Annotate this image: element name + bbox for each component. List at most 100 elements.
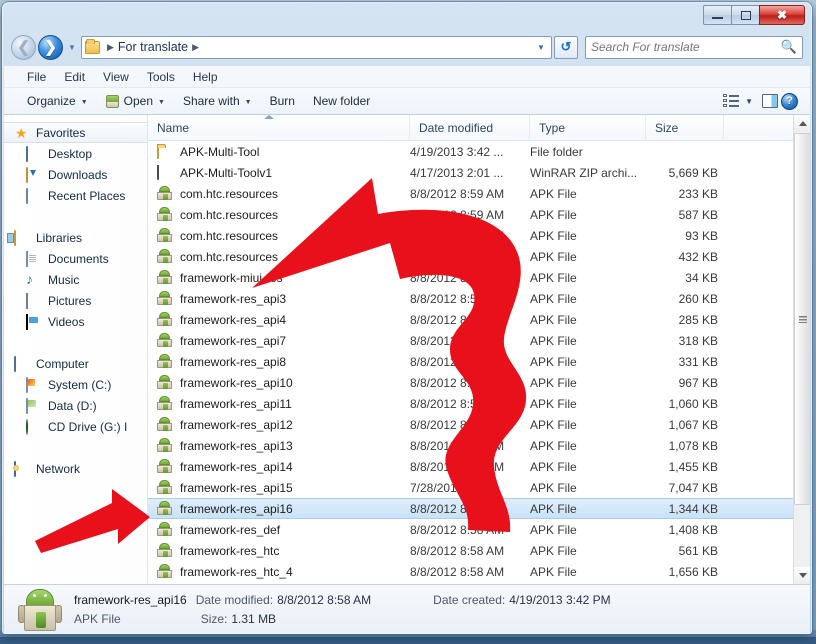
- cell-name: framework-res_api12: [148, 417, 410, 432]
- menu-item-file[interactable]: File: [18, 68, 55, 86]
- menu-item-edit[interactable]: Edit: [55, 68, 94, 86]
- search-box[interactable]: 🔍: [585, 35, 803, 59]
- minimize-button[interactable]: [703, 5, 732, 25]
- file-name: framework-res_api7: [180, 333, 287, 348]
- cell-date-modified: 8/8/2012 8:57 AM: [410, 333, 505, 348]
- organize-button[interactable]: Organize ▼: [18, 91, 97, 111]
- sidebar-item-system-c[interactable]: System (C:): [4, 374, 147, 395]
- network-icon: [14, 460, 30, 477]
- forward-button[interactable]: ❯: [38, 34, 63, 60]
- sidebar-item-data-d[interactable]: Data (D:): [4, 395, 147, 416]
- cell-date-modified: 8/8/2012 8:58 AM: [410, 501, 505, 516]
- close-button[interactable]: ✖: [759, 5, 805, 25]
- table-row[interactable]: framework-res_api12 8/8/2012 8:57 AM APK F…: [148, 414, 810, 435]
- sidebar-item-downloads[interactable]: Downloads: [4, 164, 147, 185]
- cell-date-modified: 8/8/2012 8:58 AM: [410, 564, 505, 579]
- chevron-down-icon[interactable]: ▼: [743, 97, 759, 106]
- sidebar-label: System (C:): [48, 377, 112, 392]
- sidebar-item-pictures[interactable]: Pictures: [4, 290, 147, 311]
- scrollbar-thumb[interactable]: [794, 133, 810, 505]
- table-row[interactable]: framework-res_api11 8/8/2012 8:57 AM APK F…: [148, 393, 810, 414]
- address-dropdown-icon[interactable]: ▼: [533, 43, 549, 52]
- new-folder-button[interactable]: New folder: [304, 91, 379, 111]
- table-row[interactable]: com.htc.resources 8/8/2012 8:59 AM APK Fil…: [148, 204, 810, 225]
- cell-name: framework-res_api7: [148, 333, 410, 348]
- sidebar-item-favorites[interactable]: ★ Favorites: [4, 122, 147, 143]
- cell-size: 1,656 KB: [668, 564, 718, 579]
- scroll-down-button[interactable]: [794, 567, 810, 584]
- change-view-icon[interactable]: [723, 94, 740, 108]
- sidebar-item-videos[interactable]: Videos: [4, 311, 147, 332]
- videos-icon: [26, 313, 42, 330]
- sidebar-item-music[interactable]: ♪ Music: [4, 269, 147, 290]
- column-header-size[interactable]: Size: [646, 115, 724, 141]
- table-row[interactable]: framework-res_api4 8/8/2012 8:57 AM APK Fi…: [148, 309, 810, 330]
- table-row[interactable]: framework-res_api16 8/8/2012 8:58 AM APK F…: [148, 498, 810, 519]
- sidebar-item-documents[interactable]: Documents: [4, 248, 147, 269]
- cell-size: 561 KB: [678, 543, 718, 558]
- menu-item-tools[interactable]: Tools: [138, 68, 184, 86]
- table-row[interactable]: framework-res_api15 7/28/2012 2:3... APK F…: [148, 477, 810, 498]
- open-button[interactable]: Open ▼: [97, 91, 174, 111]
- table-row[interactable]: framework-res_htc 8/8/2012 8:58 AM APK Fil…: [148, 540, 810, 561]
- table-row[interactable]: framework-res_api14 8/8/2012 8:57 AM APK F…: [148, 456, 810, 477]
- column-header-name[interactable]: Name: [148, 115, 410, 141]
- table-row[interactable]: APK-Multi-Tool 4/19/2013 3:42 ... File fol…: [148, 141, 810, 162]
- table-row[interactable]: com.htc.resources 8/8/2012 8:59 AM APK Fil…: [148, 183, 810, 204]
- sidebar-item-computer[interactable]: Computer: [4, 353, 147, 374]
- table-row[interactable]: com.htc.resources 8/8/2012 8:59 AM APK Fil…: [148, 246, 810, 267]
- table-row[interactable]: framework-res_api8 8/8/2012 8:57 AM APK Fi…: [148, 351, 810, 372]
- sidebar-item-recent-places[interactable]: Recent Places: [4, 185, 147, 206]
- cell-name: framework-res_api15: [148, 480, 410, 495]
- column-header-type[interactable]: Type: [530, 115, 646, 141]
- apk-icon: [157, 249, 173, 264]
- table-row[interactable]: framework-res_htc_4 8/8/2012 8:58 AM APK F…: [148, 561, 810, 582]
- table-row[interactable]: framework-res_api3 8/8/2012 8:57 AM APK Fi…: [148, 288, 810, 309]
- refresh-icon: ↺: [560, 39, 572, 54]
- scroll-up-button[interactable]: [794, 115, 810, 132]
- breadcrumb-current-folder[interactable]: For translate: [118, 40, 188, 54]
- cell-type: WinRAR ZIP archi...: [530, 165, 638, 180]
- burn-button[interactable]: Burn: [261, 91, 304, 111]
- recent-pages-button[interactable]: ▼: [65, 43, 79, 52]
- sidebar-item-desktop[interactable]: Desktop: [4, 143, 147, 164]
- table-row[interactable]: framework-res_def 8/8/2012 8:58 AM APK Fil…: [148, 519, 810, 540]
- maximize-button[interactable]: [731, 5, 760, 25]
- table-row[interactable]: framework-miui-res 8/8/2012 8:59 AM APK Fi…: [148, 267, 810, 288]
- vertical-scrollbar[interactable]: [793, 115, 810, 584]
- pictures-icon: [26, 292, 42, 309]
- sidebar-label: Favorites: [36, 125, 86, 140]
- menu-item-view[interactable]: View: [94, 68, 138, 86]
- menu-item-help[interactable]: Help: [184, 68, 227, 86]
- preview-pane-icon[interactable]: [762, 94, 778, 108]
- address-bar[interactable]: ▶ For translate ▶ ▼: [81, 35, 552, 59]
- search-input[interactable]: [591, 40, 781, 54]
- back-button[interactable]: ❮: [11, 34, 36, 60]
- apk-icon: [105, 94, 119, 108]
- table-row[interactable]: APK-Multi-Toolv1 4/17/2013 2:01 ... WinRAR…: [148, 162, 810, 183]
- help-icon[interactable]: ?: [781, 92, 798, 110]
- hard-drive-icon: [26, 376, 42, 393]
- details-date-modified-value: 8/8/2012 8:58 AM: [277, 592, 372, 607]
- title-bar[interactable]: ✖: [3, 3, 811, 29]
- sidebar-item-network[interactable]: Network: [4, 458, 147, 479]
- breadcrumb-separator-icon-2[interactable]: ▶: [188, 42, 203, 53]
- cell-date-modified: 8/8/2012 8:59 AM: [410, 270, 505, 285]
- table-row[interactable]: framework-res_api7 8/8/2012 8:57 AM APK Fi…: [148, 330, 810, 351]
- sidebar-item-cd-drive-g[interactable]: CD Drive (G:) I: [4, 416, 147, 437]
- sidebar-item-libraries[interactable]: Libraries: [4, 227, 147, 248]
- column-headers: Name Date modified Type Size: [148, 115, 810, 141]
- share-with-button[interactable]: Share with ▼: [174, 91, 261, 111]
- apk-icon: [157, 228, 173, 243]
- cell-type: APK File: [530, 564, 577, 579]
- cell-size: 1,067 KB: [668, 417, 718, 432]
- table-row[interactable]: framework-res_api10 8/8/2012 8:57 AM APK F…: [148, 372, 810, 393]
- downloads-icon: [26, 166, 42, 183]
- refresh-button[interactable]: ↺: [554, 35, 578, 59]
- file-name: framework-res_api4: [180, 312, 287, 327]
- details-row-secondary: APK File Size: 1.31 MB: [74, 610, 611, 629]
- column-header-date-modified[interactable]: Date modified: [410, 115, 530, 141]
- table-row[interactable]: com.htc.resources 8/8/2012 8:59 AM APK Fil…: [148, 225, 810, 246]
- table-row[interactable]: framework-res_api13 8/8/2012 8:57 AM APK F…: [148, 435, 810, 456]
- organize-label: Organize: [27, 94, 76, 108]
